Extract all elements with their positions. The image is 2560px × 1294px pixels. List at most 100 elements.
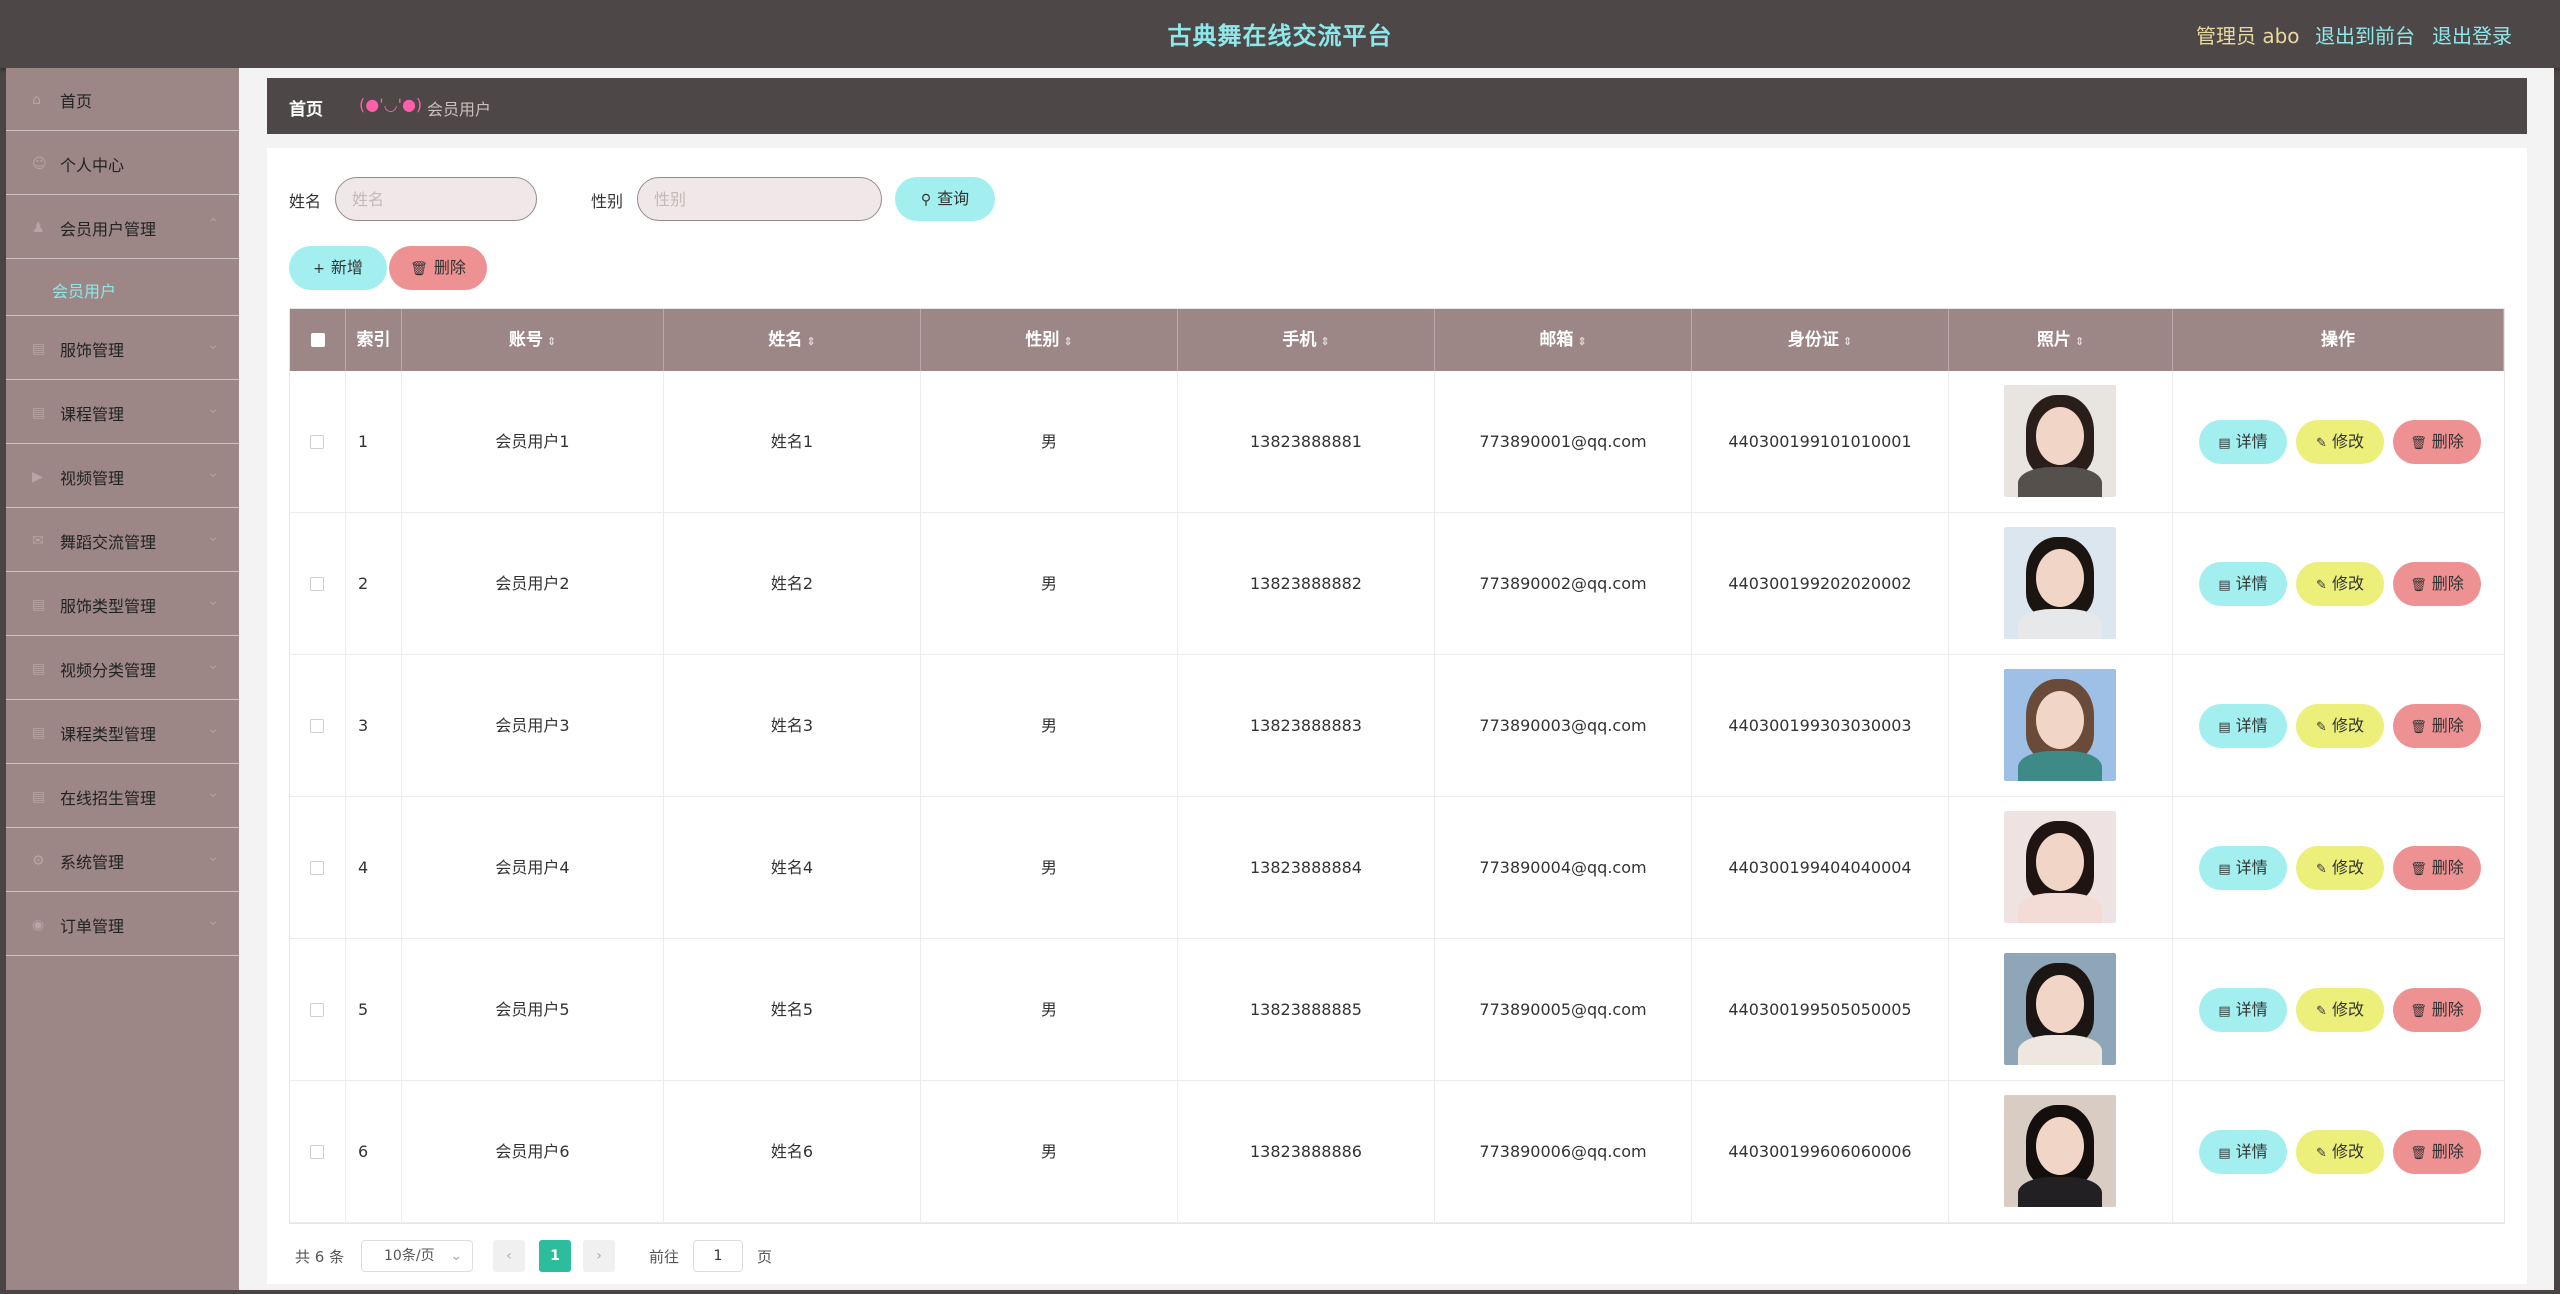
exit-to-front-link[interactable]: 退出到前台 xyxy=(2315,20,2415,49)
document-icon: ▤ xyxy=(2218,1004,2231,1019)
cell-email: 773890006@qq.com xyxy=(1435,1081,1692,1223)
detail-button[interactable]: ▤ 详情 xyxy=(2199,1130,2287,1174)
member-photo[interactable] xyxy=(2004,385,2116,497)
document-icon: ▤ xyxy=(2218,720,2231,735)
member-photo[interactable] xyxy=(2004,527,2116,639)
sidebar-item[interactable]: ▤ 课程类型管理 ⌄ xyxy=(6,701,239,764)
delete-button[interactable]: 🗑 删除 xyxy=(2393,420,2481,464)
edit-button[interactable]: ✎ 修改 xyxy=(2296,420,2384,464)
column-header[interactable]: 性别 ⇕ xyxy=(921,309,1178,371)
row-checkbox[interactable] xyxy=(310,435,324,449)
edit-button[interactable]: ✎ 修改 xyxy=(2296,1130,2384,1174)
delete-button[interactable]: 🗑 删除 xyxy=(2393,846,2481,890)
edit-button[interactable]: ✎ 修改 xyxy=(2296,562,2384,606)
sidebar-item-label: 个人中心 xyxy=(60,156,125,175)
prev-page-button[interactable]: ‹ xyxy=(493,1240,525,1272)
row-checkbox[interactable] xyxy=(310,577,324,591)
detail-button[interactable]: ▤ 详情 xyxy=(2199,988,2287,1032)
sidebar-item[interactable]: ▶ 视频管理 ⌄ xyxy=(6,445,239,508)
row-checkbox[interactable] xyxy=(310,719,324,733)
detail-button[interactable]: ▤ 详情 xyxy=(2199,562,2287,606)
breadcrumb-face: (●'◡'●) xyxy=(359,95,423,114)
column-header[interactable]: 邮箱 ⇕ xyxy=(1435,309,1692,371)
sidebar-item[interactable]: ▤ 视频分类管理 ⌄ xyxy=(6,637,239,700)
delete-button[interactable]: 🗑 删除 xyxy=(2393,562,2481,606)
page-number-button[interactable]: 1 xyxy=(539,1240,571,1272)
delete-button[interactable]: 🗑 删除 xyxy=(2393,1130,2481,1174)
pencil-icon: ✎ xyxy=(2316,1004,2327,1019)
column-header[interactable]: 姓名 ⇕ xyxy=(664,309,921,371)
column-header-label: 照片 xyxy=(2036,330,2071,350)
column-header-label: 账号 xyxy=(508,330,543,350)
user-icon: ☺ xyxy=(32,156,47,172)
list-icon: ▤ xyxy=(32,789,46,805)
query-button[interactable]: ⚲ 查询 xyxy=(895,177,995,221)
chevron-left-icon: ‹ xyxy=(506,1248,512,1264)
delete-button[interactable]: 🗑 删除 xyxy=(2393,704,2481,748)
sidebar-item[interactable]: ☺ 个人中心 xyxy=(6,132,239,195)
sidebar-item[interactable]: ▤ 服饰管理 ⌄ xyxy=(6,317,239,380)
column-header[interactable]: 账号 ⇕ xyxy=(402,309,664,371)
logout-link[interactable]: 退出登录 xyxy=(2432,20,2512,49)
breadcrumb: 首页 (●'◡'●) 会员用户 xyxy=(267,78,2527,134)
member-photo[interactable] xyxy=(2004,953,2116,1065)
detail-button[interactable]: ▤ 详情 xyxy=(2199,704,2287,748)
main-area: 首页 (●'◡'●) 会员用户 姓名 性别 ⚲查询 +新增 🗑删除 索引账号⇕姓… xyxy=(239,68,2554,1290)
name-search-input[interactable] xyxy=(335,177,537,221)
edit-button[interactable]: ✎ 修改 xyxy=(2296,704,2384,748)
cell-email: 773890001@qq.com xyxy=(1435,371,1692,513)
detail-button[interactable]: ▤ 详情 xyxy=(2199,846,2287,890)
detail-button[interactable]: ▤ 详情 xyxy=(2199,420,2287,464)
sidebar-item[interactable]: ▤ 课程管理 ⌄ xyxy=(6,381,239,444)
bulk-delete-label: 删除 xyxy=(433,258,466,277)
row-checkbox[interactable] xyxy=(310,861,324,875)
chevron-icon: ⌄ xyxy=(207,849,219,865)
select-all-checkbox[interactable] xyxy=(311,333,325,347)
pencil-icon: ✎ xyxy=(2316,720,2327,735)
breadcrumb-home[interactable]: 首页 xyxy=(289,95,323,120)
cell-index: 1 xyxy=(346,371,402,513)
column-header[interactable]: 手机 ⇕ xyxy=(1178,309,1435,371)
edit-button-label: 修改 xyxy=(2331,432,2364,451)
pencil-icon: ✎ xyxy=(2316,436,2327,451)
member-photo[interactable] xyxy=(2004,811,2116,923)
sidebar-item[interactable]: ♟ 会员用户管理 ⌃ xyxy=(6,196,239,259)
delete-button[interactable]: 🗑 删除 xyxy=(2393,988,2481,1032)
edit-button[interactable]: ✎ 修改 xyxy=(2296,846,2384,890)
cell-index: 6 xyxy=(346,1081,402,1223)
edit-button[interactable]: ✎ 修改 xyxy=(2296,988,2384,1032)
column-header[interactable]: 照片 ⇕ xyxy=(1949,309,2173,371)
row-checkbox[interactable] xyxy=(310,1145,324,1159)
column-header[interactable]: 身份证 ⇕ xyxy=(1692,309,1949,371)
sidebar-item-label: 课程类型管理 xyxy=(60,725,157,744)
sidebar-item[interactable]: ⌂ 首页 xyxy=(6,68,239,131)
cell-id-card: 440300199101010001 xyxy=(1692,371,1949,513)
sidebar-subitem-member-users[interactable]: 会员用户 xyxy=(6,260,239,316)
cell-name: 姓名6 xyxy=(664,1081,921,1223)
sidebar-item[interactable]: ▤ 在线招生管理 ⌄ xyxy=(6,765,239,828)
sidebar-item[interactable]: ⚙ 系统管理 ⌄ xyxy=(6,829,239,892)
trash-icon: 🗑 xyxy=(2410,862,2427,877)
add-button[interactable]: + 新增 xyxy=(289,246,387,290)
list-icon: ▤ xyxy=(32,597,46,613)
cell-gender: 男 xyxy=(921,1081,1178,1223)
delete-button-label: 删除 xyxy=(2431,1142,2464,1161)
cell-name: 姓名2 xyxy=(664,513,921,655)
gender-search-input[interactable] xyxy=(637,177,882,221)
next-page-button[interactable]: › xyxy=(583,1240,615,1272)
sidebar-item[interactable]: ▤ 服饰类型管理 ⌄ xyxy=(6,573,239,636)
member-photo[interactable] xyxy=(2004,1095,2116,1207)
cell-index: 2 xyxy=(346,513,402,655)
cell-gender: 男 xyxy=(921,371,1178,513)
sidebar-item[interactable]: ✉ 舞蹈交流管理 ⌄ xyxy=(6,509,239,572)
cell-gender: 男 xyxy=(921,513,1178,655)
row-checkbox[interactable] xyxy=(310,1003,324,1017)
goto-page-input[interactable] xyxy=(693,1240,743,1272)
member-photo[interactable] xyxy=(2004,669,2116,781)
bulk-delete-button[interactable]: 🗑 删除 xyxy=(389,246,487,290)
edit-button-label: 修改 xyxy=(2331,574,2364,593)
page-size-select[interactable]: 10条/页 ⌄ xyxy=(361,1240,473,1272)
column-header-label: 身份证 xyxy=(1787,330,1839,350)
sidebar-item-label: 舞蹈交流管理 xyxy=(60,533,157,552)
sidebar-item[interactable]: ◉ 订单管理 ⌄ xyxy=(6,893,239,956)
